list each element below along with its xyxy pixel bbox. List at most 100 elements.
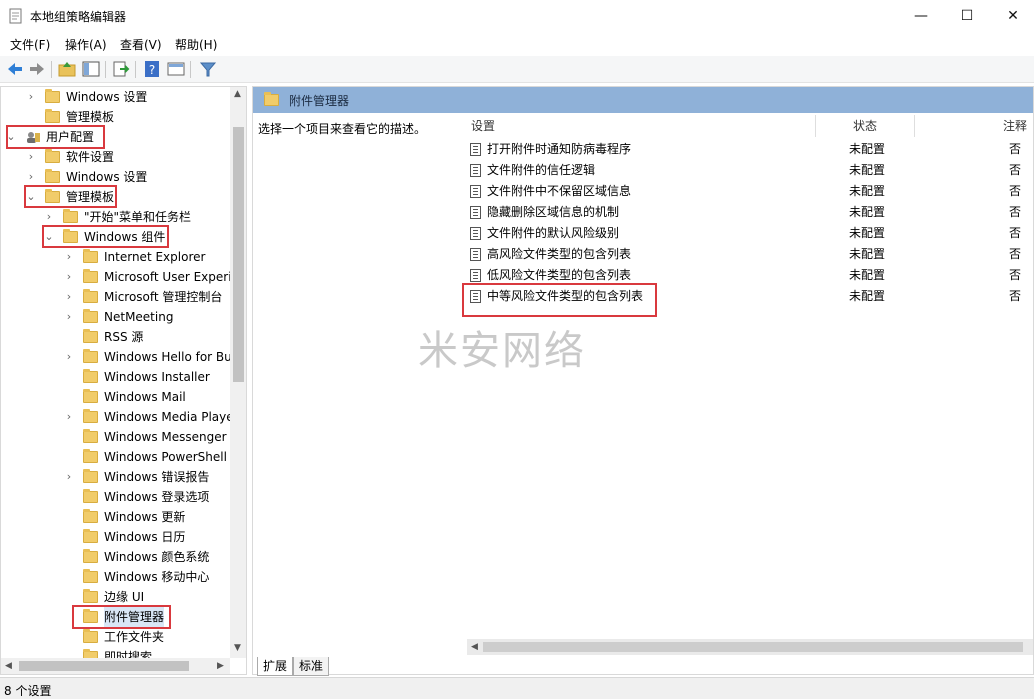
- chevron-right-icon[interactable]: ›: [63, 467, 75, 487]
- chevron-right-icon[interactable]: ›: [25, 147, 37, 167]
- list-item[interactable]: 隐藏删除区域信息的机制 未配置 否: [467, 202, 1033, 223]
- list-item[interactable]: 文件附件的信任逻辑 未配置 否: [467, 160, 1033, 181]
- chevron-right-icon[interactable]: [63, 527, 75, 547]
- folder-icon: [45, 149, 60, 163]
- tree-node[interactable]: › Windows 设置: [1, 167, 229, 187]
- tree-node[interactable]: 管理模板: [1, 107, 229, 127]
- tree-node[interactable]: › Microsoft 管理控制台: [1, 287, 229, 307]
- tab-extended[interactable]: 扩展: [257, 657, 294, 676]
- tree-node[interactable]: 工作文件夹: [1, 627, 229, 647]
- list-horizontal-scrollbar[interactable]: ◀: [467, 639, 1033, 655]
- tree-node[interactable]: RSS 源: [1, 327, 229, 347]
- tree-node[interactable]: › "开始"菜单和任务栏: [1, 207, 229, 227]
- up-folder-icon[interactable]: [57, 59, 77, 79]
- tree-node[interactable]: Windows 日历: [1, 527, 229, 547]
- menu-action[interactable]: 操作(A): [65, 36, 107, 53]
- show-hide-tree-icon[interactable]: [81, 59, 101, 79]
- chevron-right-icon[interactable]: ›: [63, 247, 75, 267]
- properties-icon[interactable]: [166, 59, 186, 79]
- chevron-right-icon[interactable]: [63, 567, 75, 587]
- list-item[interactable]: 文件附件中不保留区域信息 未配置 否: [467, 181, 1033, 202]
- setting-state: 未配置: [849, 184, 886, 198]
- chevron-right-icon[interactable]: ›: [43, 207, 55, 227]
- column-divider[interactable]: [815, 115, 816, 137]
- minimize-button[interactable]: —: [898, 0, 944, 33]
- tree-node[interactable]: › Internet Explorer: [1, 247, 229, 267]
- setting-note: 否: [1009, 184, 1022, 198]
- column-header-state[interactable]: 状态: [853, 117, 877, 134]
- tree-node[interactable]: 边缘 UI: [1, 587, 229, 607]
- toolbar-separator: [51, 61, 52, 78]
- column-header-setting[interactable]: 设置: [471, 117, 495, 134]
- help-icon[interactable]: ?: [142, 59, 162, 79]
- chevron-right-icon[interactable]: [63, 587, 75, 607]
- chevron-right-icon[interactable]: ›: [63, 287, 75, 307]
- tree-node[interactable]: › Windows 设置: [1, 87, 229, 107]
- tree-horizontal-scrollbar[interactable]: ◀ ▶: [1, 658, 230, 674]
- chevron-right-icon[interactable]: [63, 387, 75, 407]
- tree-node[interactable]: › 软件设置: [1, 147, 229, 167]
- tree-node[interactable]: › Windows Media Playe: [1, 407, 234, 427]
- chevron-right-icon[interactable]: ›: [63, 347, 75, 367]
- chevron-right-icon[interactable]: [63, 367, 75, 387]
- chevron-right-icon[interactable]: [63, 327, 75, 347]
- chevron-right-icon[interactable]: ›: [63, 267, 75, 287]
- chevron-right-icon[interactable]: [63, 627, 75, 647]
- chevron-right-icon[interactable]: [63, 487, 75, 507]
- folder-icon: [83, 329, 98, 343]
- tree-horizontal-scroll-thumb[interactable]: [19, 661, 189, 671]
- filter-icon[interactable]: [198, 59, 218, 79]
- highlight-attachment-manager: [72, 605, 171, 629]
- tree-node[interactable]: › Windows 错误报告: [1, 467, 229, 487]
- chevron-right-icon[interactable]: [63, 507, 75, 527]
- chevron-right-icon[interactable]: [63, 447, 75, 467]
- chevron-right-icon[interactable]: ›: [25, 167, 37, 187]
- maximize-button[interactable]: ☐: [944, 0, 990, 33]
- tree-node[interactable]: Windows 更新: [1, 507, 229, 527]
- tree-vertical-scrollbar[interactable]: ▲ ▼: [230, 87, 246, 658]
- toolbar-separator: [135, 61, 136, 78]
- tab-standard[interactable]: 标准: [293, 657, 330, 676]
- list-item[interactable]: 高风险文件类型的包含列表 未配置 否: [467, 244, 1033, 265]
- column-divider[interactable]: [914, 115, 915, 137]
- chevron-right-icon[interactable]: [25, 107, 37, 127]
- toolbar-separator: [105, 61, 106, 78]
- tree-node[interactable]: › Windows Hello for Bu: [1, 347, 232, 367]
- chevron-right-icon[interactable]: [63, 427, 75, 447]
- details-header: 附件管理器: [253, 87, 1033, 113]
- policy-setting-icon: [470, 185, 481, 198]
- close-button[interactable]: ✕: [990, 0, 1034, 33]
- list-item[interactable]: 文件附件的默认风险级别 未配置 否: [467, 223, 1033, 244]
- scroll-left-icon[interactable]: ◀: [5, 661, 12, 671]
- scroll-up-icon[interactable]: ▲: [234, 89, 241, 99]
- menu-file[interactable]: 文件(F): [10, 36, 50, 53]
- folder-icon: [83, 529, 98, 543]
- menu-help[interactable]: 帮助(H): [175, 36, 217, 53]
- scroll-left-icon[interactable]: ◀: [471, 642, 478, 652]
- menu-view[interactable]: 查看(V): [120, 36, 162, 53]
- scroll-down-icon[interactable]: ▼: [234, 643, 241, 653]
- scroll-right-icon[interactable]: ▶: [217, 661, 224, 671]
- highlight-medium-risk-row: [462, 283, 657, 317]
- list-item[interactable]: 打开附件时通知防病毒程序 未配置 否: [467, 139, 1033, 160]
- tree-node[interactable]: Windows 移动中心: [1, 567, 229, 587]
- chevron-right-icon[interactable]: [63, 547, 75, 567]
- chevron-right-icon[interactable]: ›: [63, 307, 75, 327]
- tree-node[interactable]: Windows Mail: [1, 387, 229, 407]
- tree-node[interactable]: Windows 颜色系统: [1, 547, 229, 567]
- forward-arrow-icon[interactable]: [27, 59, 47, 79]
- tree-vertical-scroll-thumb[interactable]: [233, 127, 244, 382]
- export-list-icon[interactable]: [111, 59, 131, 79]
- tree-node[interactable]: Windows Installer: [1, 367, 229, 387]
- tree-node[interactable]: Windows 登录选项: [1, 487, 229, 507]
- details-pane: 附件管理器 选择一个项目来查看它的描述。 设置 状态 注释 打开附件时通知防病毒…: [252, 86, 1034, 676]
- column-header-note[interactable]: 注释: [1003, 117, 1027, 134]
- tree-node[interactable]: › NetMeeting: [1, 307, 229, 327]
- tree-node[interactable]: Windows PowerShell: [1, 447, 229, 467]
- chevron-right-icon[interactable]: ›: [63, 407, 75, 427]
- chevron-right-icon[interactable]: ›: [25, 87, 37, 107]
- tree-node[interactable]: Windows Messenger: [1, 427, 229, 447]
- list-horizontal-scroll-thumb[interactable]: [483, 642, 1023, 652]
- tree-node[interactable]: › Microsoft User Experi: [1, 267, 232, 287]
- back-arrow-icon[interactable]: [5, 59, 25, 79]
